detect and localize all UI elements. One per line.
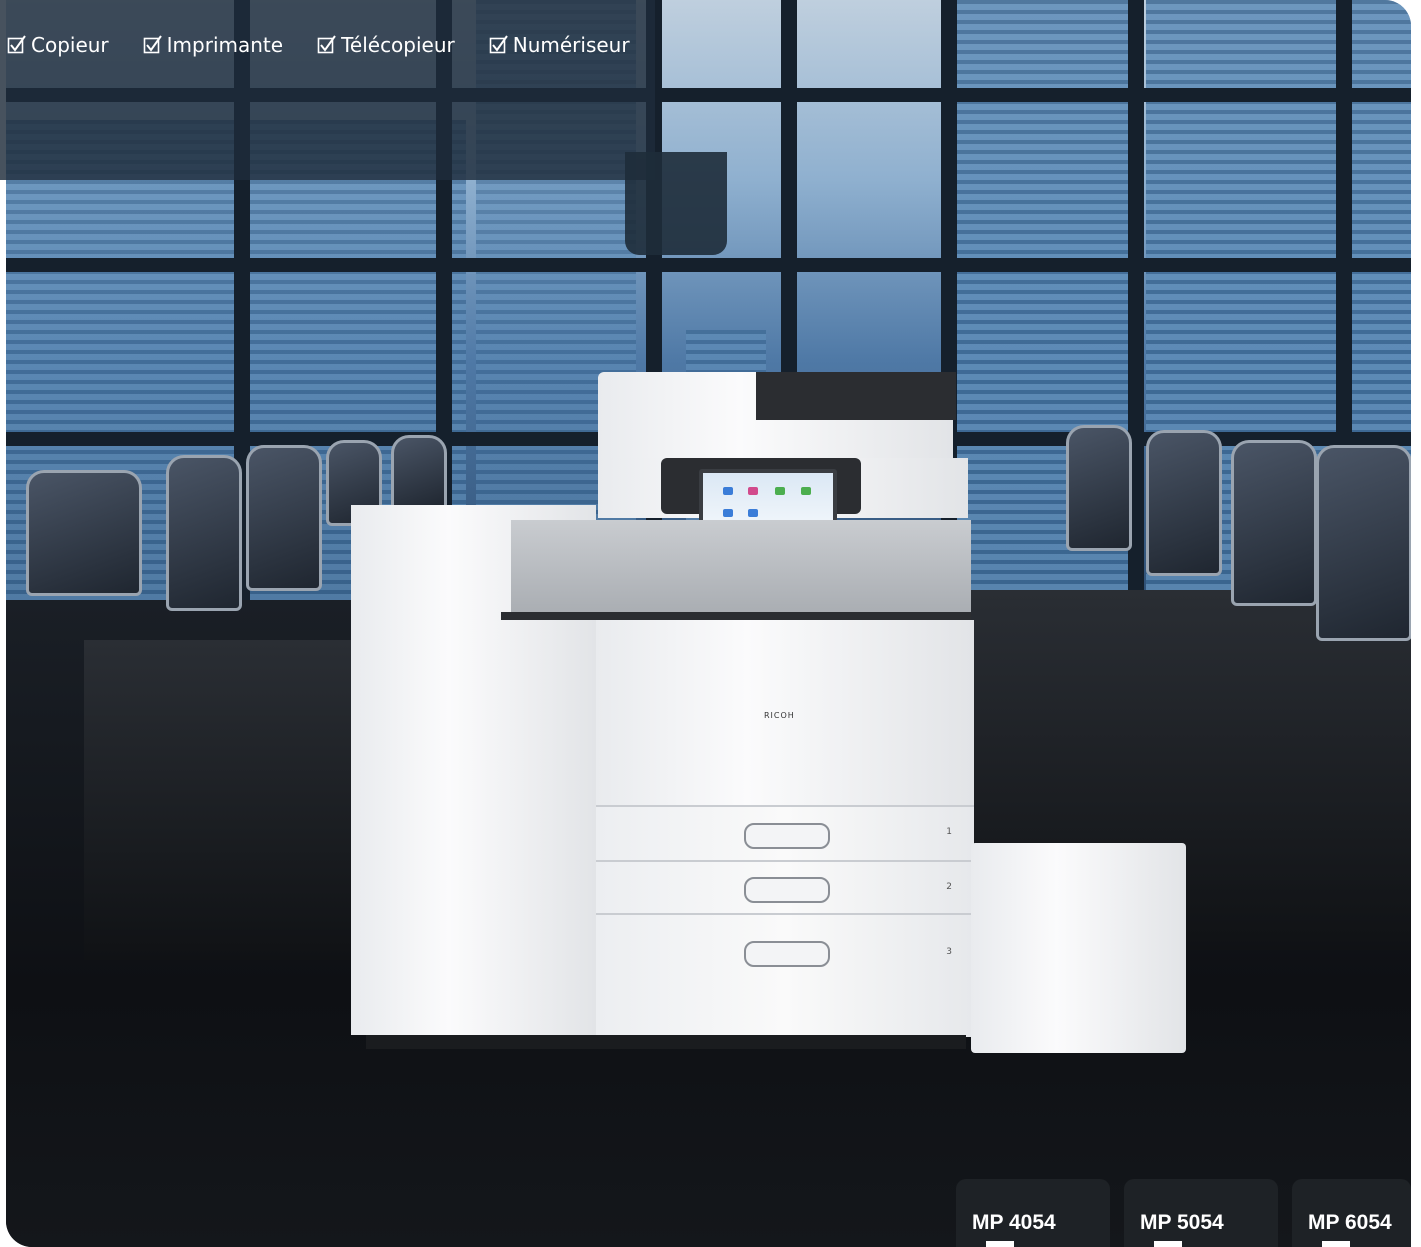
feature-copier: Copieur [7, 33, 109, 57]
checkbox-checked-icon [489, 35, 508, 54]
app-icon [723, 487, 733, 495]
feeder-tray [756, 372, 956, 420]
conference-table-left [84, 640, 354, 960]
feature-fax: Télécopieur [317, 33, 455, 57]
output-tray-area [511, 520, 971, 615]
overlay-tab [625, 152, 727, 255]
app-icon [801, 487, 811, 495]
office-chair [1231, 440, 1317, 606]
office-chair [391, 435, 447, 511]
tray-handle[interactable] [744, 877, 830, 903]
tray-label: 1 [946, 827, 952, 837]
tray-handle[interactable] [744, 941, 830, 967]
app-icon [748, 509, 758, 517]
output-tray-edge [501, 612, 971, 620]
checkbox-checked-icon [143, 35, 162, 54]
tray-label: 2 [946, 882, 952, 892]
paper-tray-2[interactable]: 2 [596, 860, 974, 915]
office-chair [166, 455, 242, 611]
office-chair [26, 470, 142, 596]
feature-printer: Imprimante [143, 33, 283, 57]
brand-logo: RICOH [764, 711, 795, 720]
office-chair [1066, 425, 1132, 551]
model-checkbox[interactable] [1322, 1241, 1350, 1247]
app-icon [748, 487, 758, 495]
feature-label: Numériseur [512, 33, 630, 57]
model-label: MP 4054 [972, 1211, 1056, 1234]
model-label: MP 5054 [1140, 1211, 1224, 1234]
feature-list: Copieur Imprimante Télécopieur Numériseu… [7, 33, 630, 57]
feature-label: Copieur [31, 33, 109, 57]
feature-overlay [0, 0, 655, 180]
model-checkbox[interactable] [1154, 1241, 1182, 1247]
checkbox-checked-icon [7, 35, 26, 54]
office-chair [1316, 445, 1411, 641]
feature-scanner: Numériseur [489, 33, 630, 57]
model-checkbox[interactable] [986, 1241, 1014, 1247]
feature-label: Télécopieur [341, 33, 455, 57]
large-capacity-tray [971, 843, 1186, 1053]
paper-tray-1[interactable]: 1 [596, 805, 974, 862]
model-tab-mp4054[interactable]: MP 4054 [956, 1179, 1110, 1247]
model-tab-mp5054[interactable]: MP 5054 [1124, 1179, 1278, 1247]
tray-handle[interactable] [744, 823, 830, 849]
app-icon [775, 487, 785, 495]
tray-label: 3 [946, 947, 952, 957]
copier-base [366, 1035, 966, 1049]
paper-tray-3[interactable]: 3 [596, 913, 974, 1037]
office-chair [1146, 430, 1222, 576]
window-transom [6, 258, 1411, 272]
model-tab-mp6054[interactable]: MP 6054 [1292, 1179, 1411, 1247]
model-label: MP 6054 [1308, 1211, 1392, 1234]
checkbox-checked-icon [317, 35, 336, 54]
feature-label: Imprimante [166, 33, 284, 57]
app-icon [723, 509, 733, 517]
office-chair [246, 445, 322, 591]
